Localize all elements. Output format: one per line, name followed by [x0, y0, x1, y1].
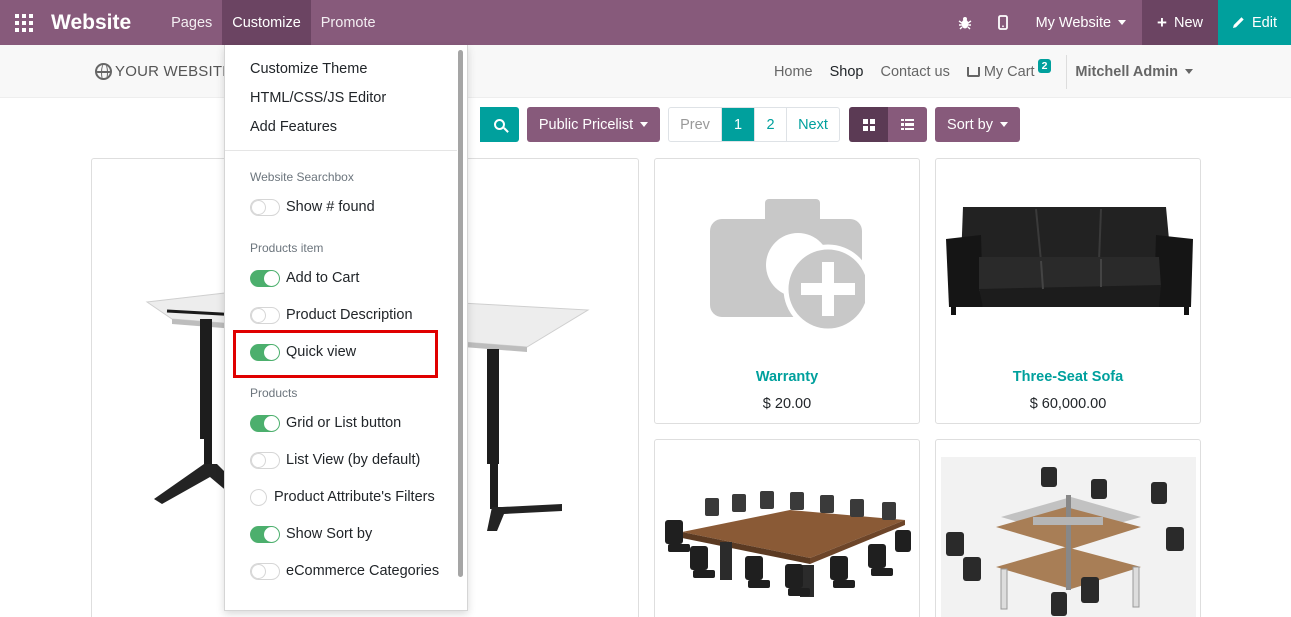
product-card-sofa[interactable]: Three-Seat Sofa $ 60,000.00	[935, 158, 1201, 424]
product-name[interactable]: Three-Seat Sofa	[936, 369, 1200, 385]
option-label: eCommerce Categories	[286, 563, 440, 579]
cart-label: My Cart	[983, 63, 1035, 80]
option-label: List View (by default)	[286, 452, 421, 468]
customize-dropdown-menu: Customize Theme HTML/CSS/JS Editor Add F…	[224, 45, 468, 611]
pencil-icon	[1233, 17, 1244, 28]
search-button[interactable]	[480, 107, 519, 142]
option-label: Grid or List button	[286, 415, 402, 431]
product-card-warranty[interactable]: Warranty $ 20.00	[654, 158, 920, 424]
product-card-office-desks[interactable]	[935, 439, 1201, 617]
chevron-down-icon	[1118, 20, 1127, 25]
nav-divider	[1066, 54, 1068, 89]
pager-page-2[interactable]: 2	[755, 108, 787, 141]
mobile-preview-icon[interactable]	[984, 0, 1022, 45]
option-list-view-default[interactable]: List View (by default)	[250, 450, 420, 470]
option-ecommerce-categories[interactable]: eCommerce Categories	[250, 561, 439, 581]
cart-icon	[966, 66, 980, 77]
product-name[interactable]: Warranty	[655, 369, 919, 385]
view-toggle	[849, 107, 927, 142]
apps-menu-button[interactable]	[0, 0, 48, 45]
edit-button-label: Edit	[1252, 14, 1277, 31]
sofa-product-image	[946, 207, 1193, 315]
menu-item-html-css-js-editor[interactable]: HTML/CSS/JS Editor	[250, 90, 386, 106]
radio-button[interactable]	[250, 488, 267, 506]
website-switcher-label: My Website	[1035, 14, 1112, 31]
option-grid-or-list-button[interactable]: Grid or List button	[250, 413, 401, 433]
site-logo[interactable]: YOUR WEBSITE	[95, 63, 232, 80]
my-cart-link[interactable]: My Cart 2	[966, 58, 1052, 80]
pagination: Prev 1 2 Next	[668, 107, 840, 142]
site-header: YOUR WEBSITE Home Shop Contact us My Car…	[0, 45, 1291, 98]
toggle-switch-off[interactable]	[250, 198, 280, 216]
logo-text: YOUR WEBSITE	[115, 63, 233, 80]
menu-divider	[225, 150, 457, 151]
toggle-switch-off[interactable]	[250, 306, 280, 324]
option-product-attribute-filters[interactable]: Product Attribute's Filters	[250, 487, 435, 507]
section-header-products-item: Products item	[250, 241, 324, 255]
sort-by-dropdown[interactable]: Sort by	[935, 107, 1020, 142]
toggle-switch-on[interactable]	[250, 525, 280, 543]
option-product-description[interactable]: Product Description	[250, 305, 413, 325]
chevron-down-icon	[1185, 69, 1193, 74]
option-show-found[interactable]: Show # found	[250, 197, 375, 217]
product-price: $ 20.00	[762, 396, 812, 412]
conference-table-image	[665, 491, 911, 597]
nav-home[interactable]: Home	[774, 64, 813, 80]
list-icon	[901, 118, 914, 131]
option-label: Product Description	[286, 307, 413, 323]
globe-icon	[95, 63, 112, 80]
menu-item-customize-theme[interactable]: Customize Theme	[250, 61, 367, 77]
pager-prev[interactable]: Prev	[669, 108, 722, 141]
toggle-switch-off[interactable]	[250, 451, 280, 469]
list-view-button[interactable]	[888, 107, 927, 142]
apps-grid-icon	[15, 13, 33, 32]
option-add-to-cart[interactable]: Add to Cart	[250, 268, 359, 288]
toggle-switch-on[interactable]	[250, 414, 280, 432]
pricelist-dropdown[interactable]: Public Pricelist	[527, 107, 660, 142]
pager-next[interactable]: Next	[787, 108, 839, 141]
nav-contact-us[interactable]: Contact us	[881, 64, 950, 80]
menu-pages[interactable]: Pages	[161, 0, 222, 45]
option-label: Show Sort by	[286, 526, 373, 542]
website-switcher[interactable]: My Website	[1022, 0, 1142, 45]
option-label: Show # found	[286, 199, 375, 215]
user-name: Mitchell Admin	[1075, 63, 1178, 80]
plus-icon: +	[1157, 12, 1167, 32]
user-menu[interactable]: Mitchell Admin	[1075, 64, 1193, 80]
option-label: Add to Cart	[286, 270, 360, 286]
dropdown-scrollbar[interactable]	[458, 50, 463, 577]
new-button[interactable]: + New	[1142, 0, 1218, 45]
chevron-down-icon	[999, 122, 1008, 127]
chevron-down-icon	[640, 122, 649, 127]
product-card-conference-table[interactable]	[654, 439, 920, 617]
app-title: Website	[51, 10, 132, 34]
grid-view-button[interactable]	[849, 107, 888, 142]
camera-placeholder-icon	[710, 199, 865, 334]
nav-shop[interactable]: Shop	[830, 64, 864, 80]
admin-navbar: Website Pages Customize Promote My Websi…	[0, 0, 1291, 45]
edit-button[interactable]: Edit	[1218, 0, 1291, 45]
toggle-switch-off[interactable]	[250, 562, 280, 580]
option-show-sort-by[interactable]: Show Sort by	[250, 524, 372, 544]
site-nav: Home Shop Contact us My Cart 2 Mitchell …	[774, 45, 1291, 98]
toggle-switch-on[interactable]	[250, 269, 280, 287]
cart-count-badge: 2	[1037, 58, 1052, 73]
option-label: Product Attribute's Filters	[274, 489, 435, 505]
new-button-label: New	[1173, 14, 1203, 31]
section-header-products: Products	[250, 386, 298, 400]
search-icon	[494, 119, 505, 130]
pager-page-1[interactable]: 1	[722, 108, 755, 141]
menu-promote[interactable]: Promote	[311, 0, 386, 45]
quick-view-highlight-box	[233, 330, 438, 378]
sort-by-label: Sort by	[947, 116, 993, 133]
menu-item-add-features[interactable]: Add Features	[250, 119, 337, 135]
pricelist-label: Public Pricelist	[538, 116, 634, 133]
office-workstation-image	[941, 457, 1196, 617]
debug-bug-icon[interactable]	[946, 0, 984, 45]
grid-icon	[862, 118, 875, 131]
menu-customize[interactable]: Customize	[222, 0, 311, 45]
section-header-website-searchbox: Website Searchbox	[250, 170, 354, 184]
product-price: $ 60,000.00	[1029, 396, 1107, 412]
